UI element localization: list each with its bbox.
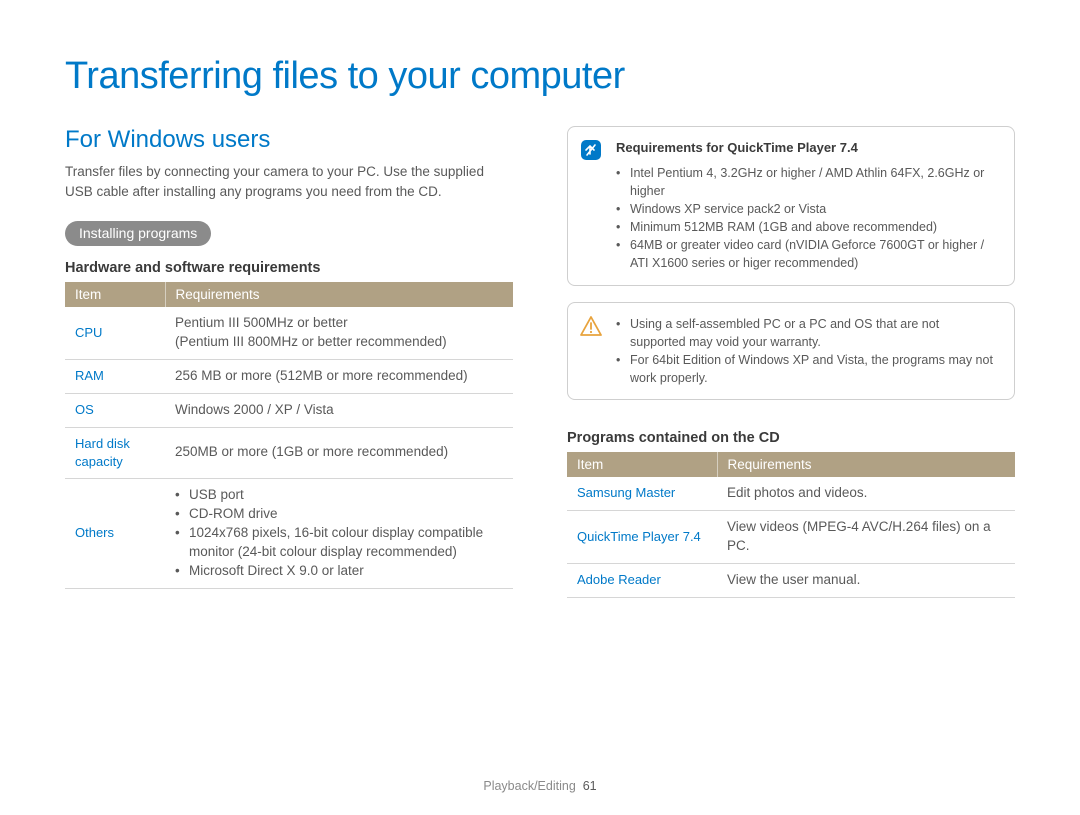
list-item: Intel Pentium 4, 3.2GHz or higher / AMD … bbox=[616, 164, 998, 200]
footer-section: Playback/Editing bbox=[483, 779, 575, 793]
table-row: Adobe Reader View the user manual. bbox=[567, 563, 1015, 597]
prog-desc: View videos (MPEG-4 AVC/H.264 files) on … bbox=[717, 510, 1015, 563]
page-footer: Playback/Editing 61 bbox=[0, 779, 1080, 793]
list-item: Microsoft Direct X 9.0 or later bbox=[175, 562, 503, 581]
note-box-title: Requirements for QuickTime Player 7.4 bbox=[616, 139, 998, 158]
table-row: Samsung Master Edit photos and videos. bbox=[567, 477, 1015, 510]
req-value: USB port CD-ROM drive 1024x768 pixels, 1… bbox=[165, 479, 513, 588]
table-row: CPU Pentium III 500MHz or better (Pentiu… bbox=[65, 307, 513, 359]
list-item: USB port bbox=[175, 486, 503, 505]
table-head-item: Item bbox=[567, 452, 717, 477]
pill-installing-programs: Installing programs bbox=[65, 221, 211, 246]
list-item: Windows XP service pack2 or Vista bbox=[616, 200, 998, 218]
two-column-layout: For Windows users Transfer files by conn… bbox=[65, 126, 1015, 598]
warning-icon bbox=[580, 315, 602, 337]
list-item: 64MB or greater video card (nVIDIA Gefor… bbox=[616, 236, 998, 272]
list-item: Using a self-assembled PC or a PC and OS… bbox=[616, 315, 998, 351]
prog-desc: Edit photos and videos. bbox=[717, 477, 1015, 510]
req-text: (Pentium III 800MHz or better recommende… bbox=[175, 334, 447, 349]
prog-item-samsung-master: Samsung Master bbox=[567, 477, 717, 510]
table-head-requirements: Requirements bbox=[717, 452, 1015, 477]
table-row: QuickTime Player 7.4 View videos (MPEG-4… bbox=[567, 510, 1015, 563]
table-head-requirements: Requirements bbox=[165, 282, 513, 307]
table-row: RAM 256 MB or more (512MB or more recomm… bbox=[65, 359, 513, 393]
programs-table: Item Requirements Samsung Master Edit ph… bbox=[567, 452, 1015, 598]
req-value: 250MB or more (1GB or more recommended) bbox=[165, 427, 513, 478]
left-column: For Windows users Transfer files by conn… bbox=[65, 126, 513, 598]
list-item: 1024x768 pixels, 16-bit colour display c… bbox=[175, 524, 503, 562]
req-item-cpu: CPU bbox=[65, 307, 165, 359]
requirements-table: Item Requirements CPU Pentium III 500MHz… bbox=[65, 282, 513, 588]
subheading-hw-sw: Hardware and software requirements bbox=[65, 260, 513, 276]
note-box-quicktime: Requirements for QuickTime Player 7.4 In… bbox=[567, 126, 1015, 286]
table-row: OS Windows 2000 / XP / Vista bbox=[65, 393, 513, 427]
intro-paragraph: Transfer files by connecting your camera… bbox=[65, 162, 513, 201]
list-item: Minimum 512MB RAM (1GB and above recomme… bbox=[616, 218, 998, 236]
req-item-hard-disk: Hard disk capacity bbox=[65, 427, 165, 478]
req-item-ram: RAM bbox=[65, 359, 165, 393]
prog-desc: View the user manual. bbox=[717, 563, 1015, 597]
table-head-item: Item bbox=[65, 282, 165, 307]
section-heading-windows: For Windows users bbox=[65, 126, 513, 154]
req-text: Pentium III 500MHz or better bbox=[175, 315, 348, 330]
list-item: For 64bit Edition of Windows XP and Vist… bbox=[616, 351, 998, 387]
req-item-os: OS bbox=[65, 393, 165, 427]
prog-item-quicktime: QuickTime Player 7.4 bbox=[567, 510, 717, 563]
req-value: Pentium III 500MHz or better (Pentium II… bbox=[165, 307, 513, 359]
subheading-programs-cd: Programs contained on the CD bbox=[567, 430, 1015, 446]
req-value: Windows 2000 / XP / Vista bbox=[165, 393, 513, 427]
table-row: Hard disk capacity 250MB or more (1GB or… bbox=[65, 427, 513, 478]
list-item: CD-ROM drive bbox=[175, 505, 503, 524]
note-icon bbox=[580, 139, 602, 161]
page-number: 61 bbox=[583, 779, 597, 793]
page-title: Transferring files to your computer bbox=[65, 55, 1015, 98]
req-item-others: Others bbox=[65, 479, 165, 588]
req-value: 256 MB or more (512MB or more recommende… bbox=[165, 359, 513, 393]
prog-item-adobe-reader: Adobe Reader bbox=[567, 563, 717, 597]
warning-box: Using a self-assembled PC or a PC and OS… bbox=[567, 302, 1015, 401]
right-column: Requirements for QuickTime Player 7.4 In… bbox=[567, 126, 1015, 598]
table-row: Others USB port CD-ROM drive 1024x768 pi… bbox=[65, 479, 513, 588]
